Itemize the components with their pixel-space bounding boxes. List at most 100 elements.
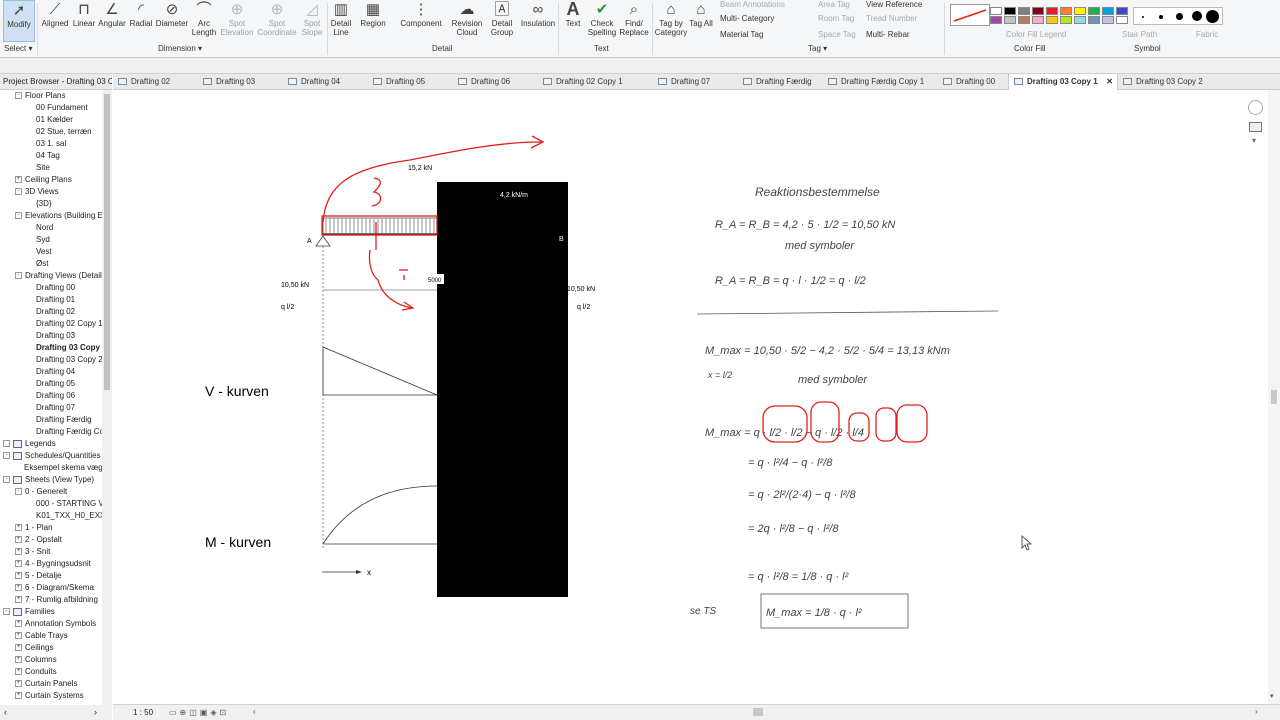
browser-item[interactable]: Drafting 02 Copy 1 <box>36 318 102 330</box>
expand-icon[interactable]: + <box>15 572 22 580</box>
browser-item[interactable]: +2 - Opstalt <box>15 534 62 546</box>
angular-dimension-button[interactable]: ∠ Angular <box>97 0 127 29</box>
spot-elevation-button[interactable]: ⊕ Spot Elevation <box>219 0 255 38</box>
close-tab-icon[interactable]: ✕ <box>1106 74 1113 89</box>
browser-item[interactable]: - Families <box>3 606 55 618</box>
browser-item[interactable]: 00 Fundament <box>36 102 88 114</box>
collapse-icon[interactable]: - <box>3 452 10 460</box>
color-swatch[interactable] <box>1032 16 1044 24</box>
project-browser-scrollbar[interactable] <box>102 90 112 705</box>
color-swatch[interactable] <box>1018 16 1030 24</box>
browser-item[interactable]: Drafting Færdig Copy 1 <box>36 426 102 438</box>
color-fill-legend-button[interactable]: Color Fill Legend <box>1006 30 1066 39</box>
expand-icon[interactable]: + <box>15 584 22 592</box>
expand-icon[interactable]: + <box>15 596 22 604</box>
tag-by-category-button[interactable]: ⌂ Tag by Category <box>654 0 688 38</box>
hscroll-thumb[interactable] <box>753 708 763 716</box>
tab-view[interactable]: Drafting 02 Copy 1 <box>538 74 653 90</box>
dimension-group[interactable]: Dimension ▾ <box>158 44 202 53</box>
browser-item[interactable]: - Drafting Views (Detail) <box>15 270 102 282</box>
color-swatch[interactable] <box>990 16 1002 24</box>
scroll-down-icon[interactable]: ▾ <box>1270 692 1274 700</box>
dot-tiny-icon[interactable] <box>1142 16 1144 18</box>
browser-item[interactable]: -0 - Generelt <box>15 486 67 498</box>
expand-icon[interactable]: + <box>15 680 22 688</box>
tab-view[interactable]: Drafting 06 <box>453 74 538 90</box>
dot-xlarge-icon[interactable] <box>1206 10 1219 23</box>
tab-view[interactable]: Drafting 05 <box>368 74 453 90</box>
browser-item[interactable]: Drafting 03 Copy 2 <box>36 354 102 366</box>
scroll-left-icon[interactable]: ‹ <box>4 707 7 717</box>
browser-item[interactable]: + Annotation Symbols <box>15 618 96 630</box>
tab-view[interactable]: Drafting Færdig Copy 1 <box>823 74 938 90</box>
browser-item[interactable]: Drafting 01 <box>36 294 75 306</box>
scroll-right-icon[interactable]: › <box>94 707 97 717</box>
browser-item[interactable]: Drafting Færdig <box>36 414 92 426</box>
multi-rebar-button[interactable]: Multi- Rebar <box>866 30 910 39</box>
color-swatch[interactable] <box>1074 7 1086 15</box>
dot-medium-icon[interactable] <box>1176 13 1183 20</box>
line-style-preview[interactable] <box>950 4 990 26</box>
detail-group-button[interactable]: 🄰 Detail Group <box>487 0 517 38</box>
browser-item[interactable]: Drafting 00 <box>36 282 75 294</box>
modify-button[interactable]: ➚ Modify <box>3 0 35 42</box>
color-swatch[interactable] <box>1102 7 1114 15</box>
browser-item[interactable]: + Cable Trays <box>15 630 68 642</box>
view-control-icons[interactable]: ▭⊕◫▣◈⊡ <box>169 706 229 720</box>
radial-dimension-button[interactable]: ◜ Radial <box>128 0 154 29</box>
select-group[interactable]: Select ▾ <box>4 44 32 53</box>
color-swatch[interactable] <box>990 7 1002 15</box>
component-button[interactable]: ⋮ Component <box>398 0 444 29</box>
tag-group[interactable]: Tag ▾ <box>808 44 827 53</box>
browser-item[interactable]: Drafting 06 <box>36 390 75 402</box>
browser-item[interactable]: 02 Stue, terræn <box>36 126 92 138</box>
tab-view[interactable]: Drafting Færdig <box>738 74 823 90</box>
diameter-dimension-button[interactable]: ⊘ Diameter <box>155 0 189 29</box>
text-button[interactable]: A Text <box>561 0 585 28</box>
navigation-bar[interactable]: ▾ <box>1245 92 1267 168</box>
color-swatch[interactable] <box>1032 7 1044 15</box>
scrollbar-thumb[interactable] <box>104 94 110 390</box>
color-swatch[interactable] <box>1004 16 1016 24</box>
browser-item[interactable]: + Ceiling Plans <box>15 174 72 186</box>
aligned-dimension-button[interactable]: ⟋ Aligned <box>40 0 70 29</box>
tab-view[interactable]: Drafting 03 <box>198 74 283 90</box>
fabric-button[interactable]: Fabric <box>1196 30 1218 39</box>
tab-view[interactable]: Drafting 00 <box>938 74 1008 90</box>
expand-icon[interactable]: + <box>15 176 22 184</box>
collapse-icon[interactable]: - <box>15 188 22 196</box>
browser-item[interactable]: +4 - Bygningsudsnit <box>15 558 91 570</box>
expand-icon[interactable]: + <box>15 548 22 556</box>
collapse-icon[interactable]: - <box>15 92 22 100</box>
browser-item[interactable]: + Conduits <box>15 666 57 678</box>
tab-view[interactable]: Drafting 07 <box>653 74 738 90</box>
view-scale[interactable]: 1 : 50 <box>133 706 153 720</box>
region-button[interactable]: ▦ Region <box>358 0 388 29</box>
hscroll-right-icon[interactable]: › <box>1255 705 1258 719</box>
browser-item[interactable]: Øst <box>36 258 48 270</box>
multi-category-button[interactable]: Multi- Category <box>720 14 774 23</box>
spot-slope-button[interactable]: ◿ Spot Slope <box>299 0 325 38</box>
collapse-icon[interactable]: - <box>15 488 22 496</box>
tab-view[interactable]: Drafting 03 Copy 2 <box>1118 74 1218 90</box>
browser-item[interactable]: Drafting 04 <box>36 366 75 378</box>
project-browser-hscroll[interactable]: ‹ › <box>0 705 112 720</box>
color-swatch[interactable] <box>1102 16 1114 24</box>
color-swatch[interactable] <box>1046 7 1058 15</box>
arc-length-button[interactable]: ⌒ Arc Length <box>190 0 218 38</box>
browser-item[interactable]: +3 - Snit <box>15 546 50 558</box>
insulation-button[interactable]: ∞ Insulation <box>519 0 557 29</box>
dot-small-icon[interactable] <box>1159 15 1163 19</box>
browser-item[interactable]: Drafting 03 Copy 1 <box>36 342 102 354</box>
expand-icon[interactable]: + <box>15 620 22 628</box>
browser-item[interactable]: - Floor Plans <box>15 90 65 102</box>
drawing-canvas[interactable]: 4,2 kN/m B A 10,50 kN q l/2 10,50 kN q l… <box>113 90 1268 704</box>
hscroll-left-icon[interactable]: ‹ <box>253 705 256 719</box>
tread-number-button[interactable]: Tread Number <box>866 14 917 23</box>
browser-item[interactable]: Drafting 02 <box>36 306 75 318</box>
browser-item[interactable]: {3D} <box>36 198 52 210</box>
expand-icon[interactable] <box>3 440 10 448</box>
color-swatch[interactable] <box>1088 7 1100 15</box>
collapse-icon[interactable]: - <box>15 272 22 280</box>
browser-item[interactable]: +6 - Diagram/Skema <box>15 582 94 594</box>
